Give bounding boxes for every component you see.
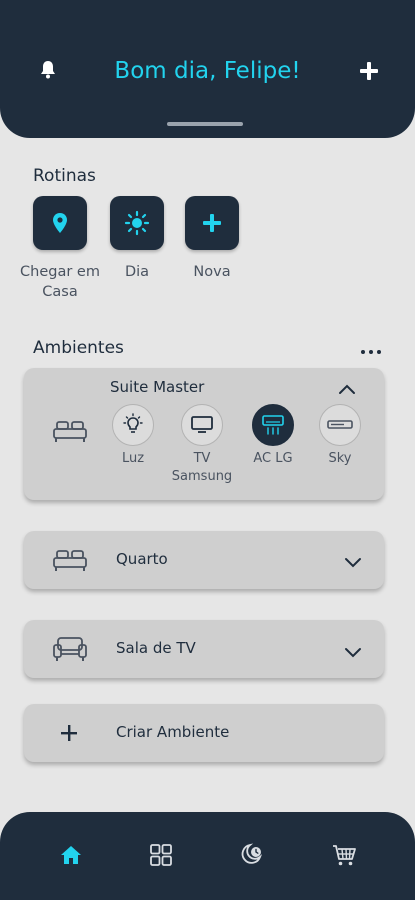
- routine-dia[interactable]: Dia: [95, 196, 179, 282]
- routine-button[interactable]: [185, 196, 239, 250]
- routine-label: Chegar em Casa: [20, 264, 100, 300]
- device-label: Luz: [121, 451, 145, 466]
- room-card-quarto[interactable]: Quarto: [24, 531, 384, 589]
- sofa-icon: [52, 635, 88, 667]
- header: Bom dia, Felipe!: [0, 0, 415, 138]
- chevron-down-icon[interactable]: [344, 644, 362, 658]
- rotinas-title: Rotinas: [33, 166, 96, 186]
- greeting-title: Bom dia, Felipe!: [114, 58, 301, 84]
- device-label: Sky: [328, 451, 352, 466]
- device-luz[interactable]: Luz: [93, 404, 173, 468]
- tv-icon: [181, 404, 223, 446]
- routine-chegar-em-casa[interactable]: Chegar em Casa: [18, 196, 102, 302]
- cart-icon[interactable]: [329, 840, 359, 870]
- set-top-box-icon: [319, 404, 361, 446]
- routine-label: Nova: [193, 264, 231, 280]
- bed-icon: [52, 547, 88, 577]
- plus-icon: [203, 214, 221, 232]
- sun-icon: [124, 210, 150, 236]
- home-icon[interactable]: [56, 840, 86, 870]
- device-sky[interactable]: Sky: [300, 404, 380, 468]
- room-name: Suite Master: [110, 378, 205, 396]
- grid-icon[interactable]: [146, 840, 176, 870]
- chevron-up-icon[interactable]: [338, 380, 356, 394]
- plus-icon: [60, 724, 78, 746]
- more-options-icon[interactable]: [358, 340, 384, 360]
- room-name: Sala de TV: [116, 639, 196, 657]
- air-conditioner-icon: [252, 404, 294, 446]
- app-screen: Bom dia, Felipe! Rotinas Chegar em Casa: [0, 0, 415, 900]
- room-name: Quarto: [116, 550, 168, 568]
- chevron-down-icon[interactable]: [344, 554, 362, 568]
- location-pin-icon: [53, 213, 67, 233]
- room-card-suite-master: Suite Master Luz TV Samsung AC LG Sky: [24, 368, 384, 500]
- ambientes-title: Ambientes: [33, 338, 124, 358]
- create-room-button[interactable]: Criar Ambiente: [24, 704, 384, 762]
- routine-label: Dia: [124, 264, 150, 280]
- device-tv-samsung[interactable]: TV Samsung: [162, 404, 242, 486]
- routines-icon[interactable]: [237, 840, 267, 870]
- routine-button[interactable]: [110, 196, 164, 250]
- bed-icon: [52, 418, 88, 448]
- device-label: TV Samsung: [171, 451, 233, 484]
- create-room-label: Criar Ambiente: [116, 723, 230, 741]
- room-card-sala-de-tv[interactable]: Sala de TV: [24, 620, 384, 678]
- drag-handle[interactable]: [167, 122, 243, 126]
- lightbulb-icon: [112, 404, 154, 446]
- routine-nova[interactable]: Nova: [170, 196, 254, 282]
- bottom-nav: [0, 812, 415, 900]
- routine-button[interactable]: [33, 196, 87, 250]
- add-icon[interactable]: [356, 58, 382, 84]
